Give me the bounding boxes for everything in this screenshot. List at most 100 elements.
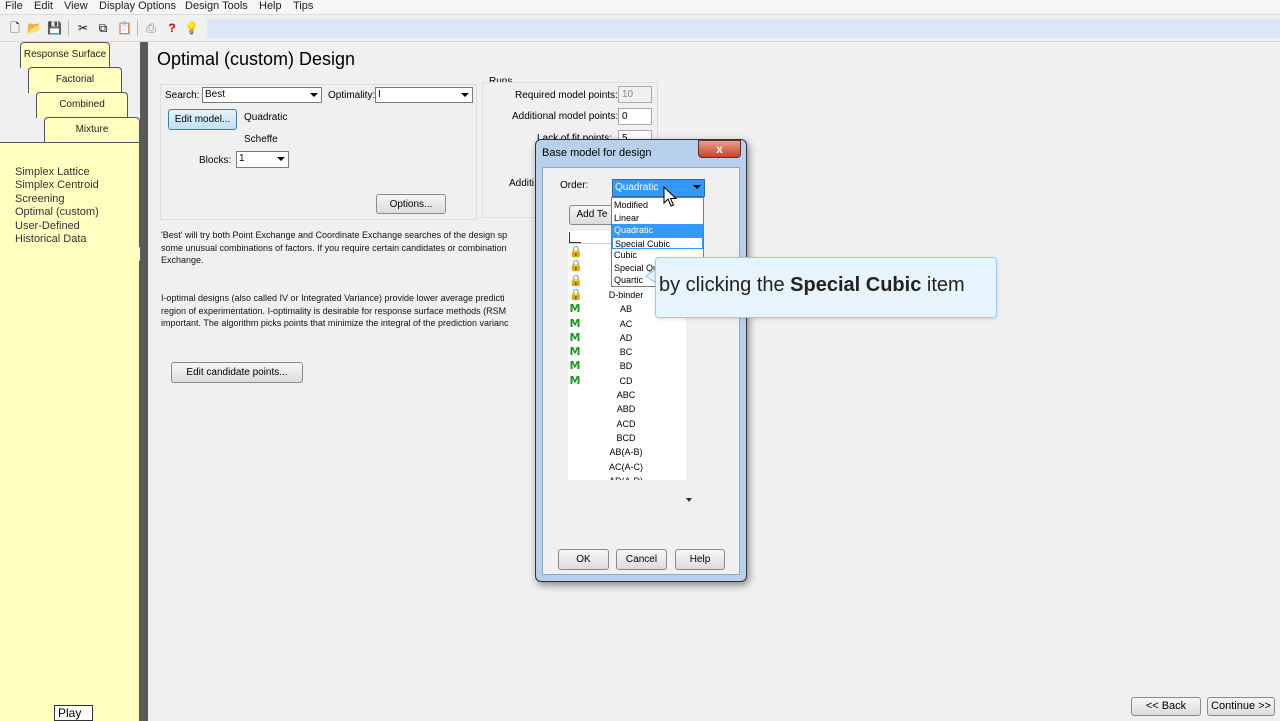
menu-tips[interactable]: Tips (293, 0, 313, 13)
continue-button[interactable]: Continue >> (1207, 697, 1275, 716)
empty-term-icon[interactable] (569, 446, 581, 458)
empty-term-icon[interactable] (569, 461, 581, 473)
add-term-button[interactable]: Add Te (569, 205, 615, 225)
chevron-down-icon (277, 157, 285, 161)
new-file-icon[interactable]: 🗋 (8, 21, 22, 35)
list-item-simplex-centroid[interactable]: Simplex Centroid (15, 179, 99, 192)
term-label: BD (619, 361, 633, 372)
term-row[interactable]: BCD (568, 431, 686, 445)
term-label: ABD (616, 404, 636, 415)
lock-icon[interactable]: 🔒 (569, 260, 583, 272)
save-icon[interactable]: 💾 (47, 21, 62, 35)
order-label: Order: (560, 180, 589, 191)
back-button[interactable]: << Back (1131, 697, 1201, 716)
required-model-points-label: Required model points: (515, 90, 618, 101)
term-row[interactable]: M BD (568, 359, 686, 373)
term-label: AC(A-C) (609, 461, 643, 472)
blocks-select[interactable]: 1 (236, 151, 289, 168)
menu-display-options[interactable]: Display Options (99, 0, 176, 13)
copy-icon[interactable]: ⧉ (96, 21, 110, 35)
term-row[interactable]: ABC (568, 388, 686, 402)
tab-response-surface[interactable]: Response Surface (20, 42, 110, 68)
menu-file[interactable]: File (5, 0, 23, 13)
help-icon[interactable]: ? (165, 21, 179, 35)
ok-button[interactable]: OK (558, 549, 609, 570)
cancel-button[interactable]: Cancel (616, 549, 667, 570)
model-term-icon[interactable]: M (569, 303, 581, 315)
empty-term-icon[interactable] (569, 389, 581, 401)
term-label: CD (619, 375, 633, 386)
cut-icon[interactable]: ✂ (76, 21, 90, 35)
edit-model-button[interactable]: Edit model... (168, 109, 237, 130)
menu-design-tools[interactable]: Design Tools (185, 0, 248, 13)
order-select[interactable]: Quadratic (612, 179, 705, 197)
term-row[interactable]: M CD (568, 374, 686, 388)
list-item-screening[interactable]: Screening (15, 193, 99, 206)
lock-icon[interactable]: 🔒 (569, 246, 583, 258)
term-row[interactable]: M BC (568, 345, 686, 359)
empty-term-icon[interactable] (569, 432, 581, 444)
model-term-icon[interactable]: M (569, 374, 581, 387)
menu-help[interactable]: Help (259, 0, 282, 13)
dialog-title: Base model for design (542, 147, 652, 159)
menu-view[interactable]: View (64, 0, 88, 13)
instruction-callout: by clicking the Special Cubic item (655, 257, 997, 318)
model-term-icon[interactable]: M (569, 317, 581, 330)
term-row[interactable]: M AC (568, 317, 686, 331)
empty-term-icon[interactable] (569, 475, 581, 480)
term-label: AD(A-D) (604, 474, 648, 480)
term-row[interactable]: M AD (568, 331, 686, 345)
blocks-value: 1 (239, 153, 245, 164)
term-label: D-binder (608, 289, 644, 300)
term-row[interactable]: AD(A-D) (568, 474, 686, 480)
tip-bulb-icon[interactable]: 💡 (184, 21, 199, 35)
optimality-description: I-optimal designs (also called IV or Int… (161, 293, 509, 329)
options-button[interactable]: Options... (376, 194, 446, 214)
term-row[interactable]: ACD (568, 417, 686, 431)
order-option[interactable]: Quadratic (612, 224, 703, 237)
lock-icon[interactable]: 🔒 (569, 275, 583, 287)
order-option[interactable]: Modified (612, 199, 703, 212)
model-term-icon[interactable]: M (569, 346, 581, 358)
search-select[interactable]: Best (202, 87, 322, 103)
empty-term-icon[interactable] (569, 403, 581, 415)
help-button[interactable]: Help (675, 549, 725, 570)
model-term-icon[interactable]: M (569, 360, 581, 372)
term-label: AB (619, 304, 632, 315)
term-label: BC (619, 347, 633, 358)
additional-model-points-field[interactable]: 0 (618, 108, 652, 125)
callout-prefix: by clicking the (659, 274, 791, 296)
list-item-historical-data[interactable]: Historical Data (15, 233, 99, 246)
tab-combined[interactable]: Combined (36, 92, 128, 118)
edit-candidate-points-button[interactable]: Edit candidate points... (171, 362, 303, 383)
list-item-user-defined[interactable]: User-Defined (15, 220, 99, 233)
tab-mixture[interactable]: Mixture (44, 117, 140, 143)
callout-suffix: item (921, 274, 965, 296)
toolbar-separator (68, 20, 69, 36)
scroll-down-icon[interactable] (686, 498, 692, 502)
term-row[interactable]: AB(A-B) (568, 445, 686, 459)
play-button[interactable]: Play (54, 705, 93, 721)
toolbar-separator (137, 20, 138, 36)
paste-icon[interactable]: 📋 (117, 21, 132, 35)
term-label: AB(A-B) (609, 447, 643, 458)
order-option[interactable]: Linear (612, 212, 703, 225)
callout-text: by clicking the Special Cubic item (659, 274, 965, 297)
term-row[interactable]: AC(A-C) (568, 460, 686, 474)
additional-model-points-label: Additional model points: (512, 111, 619, 122)
optimality-select[interactable]: I (375, 87, 473, 103)
menu-edit[interactable]: Edit (34, 0, 53, 13)
close-icon[interactable]: x (698, 140, 741, 158)
list-item-simplex-lattice[interactable]: Simplex Lattice (15, 166, 99, 179)
order-option[interactable]: Special Cubic (612, 236, 703, 249)
menu-bar: File Edit View Display Options Design To… (0, 0, 1280, 15)
open-folder-icon[interactable]: 📂 (27, 21, 42, 35)
term-row[interactable]: ABD (568, 402, 686, 416)
model-term-icon[interactable]: M (569, 331, 581, 344)
print-icon[interactable]: ⎙ (144, 21, 158, 35)
list-item-optimal-custom[interactable]: Optimal (custom) (15, 206, 99, 219)
lock-icon[interactable]: 🔒 (569, 289, 583, 301)
empty-term-icon[interactable] (569, 418, 581, 430)
tab-factorial[interactable]: Factorial (28, 67, 122, 93)
design-type-panel: Response Surface Factorial Combined Mixt… (0, 42, 148, 721)
